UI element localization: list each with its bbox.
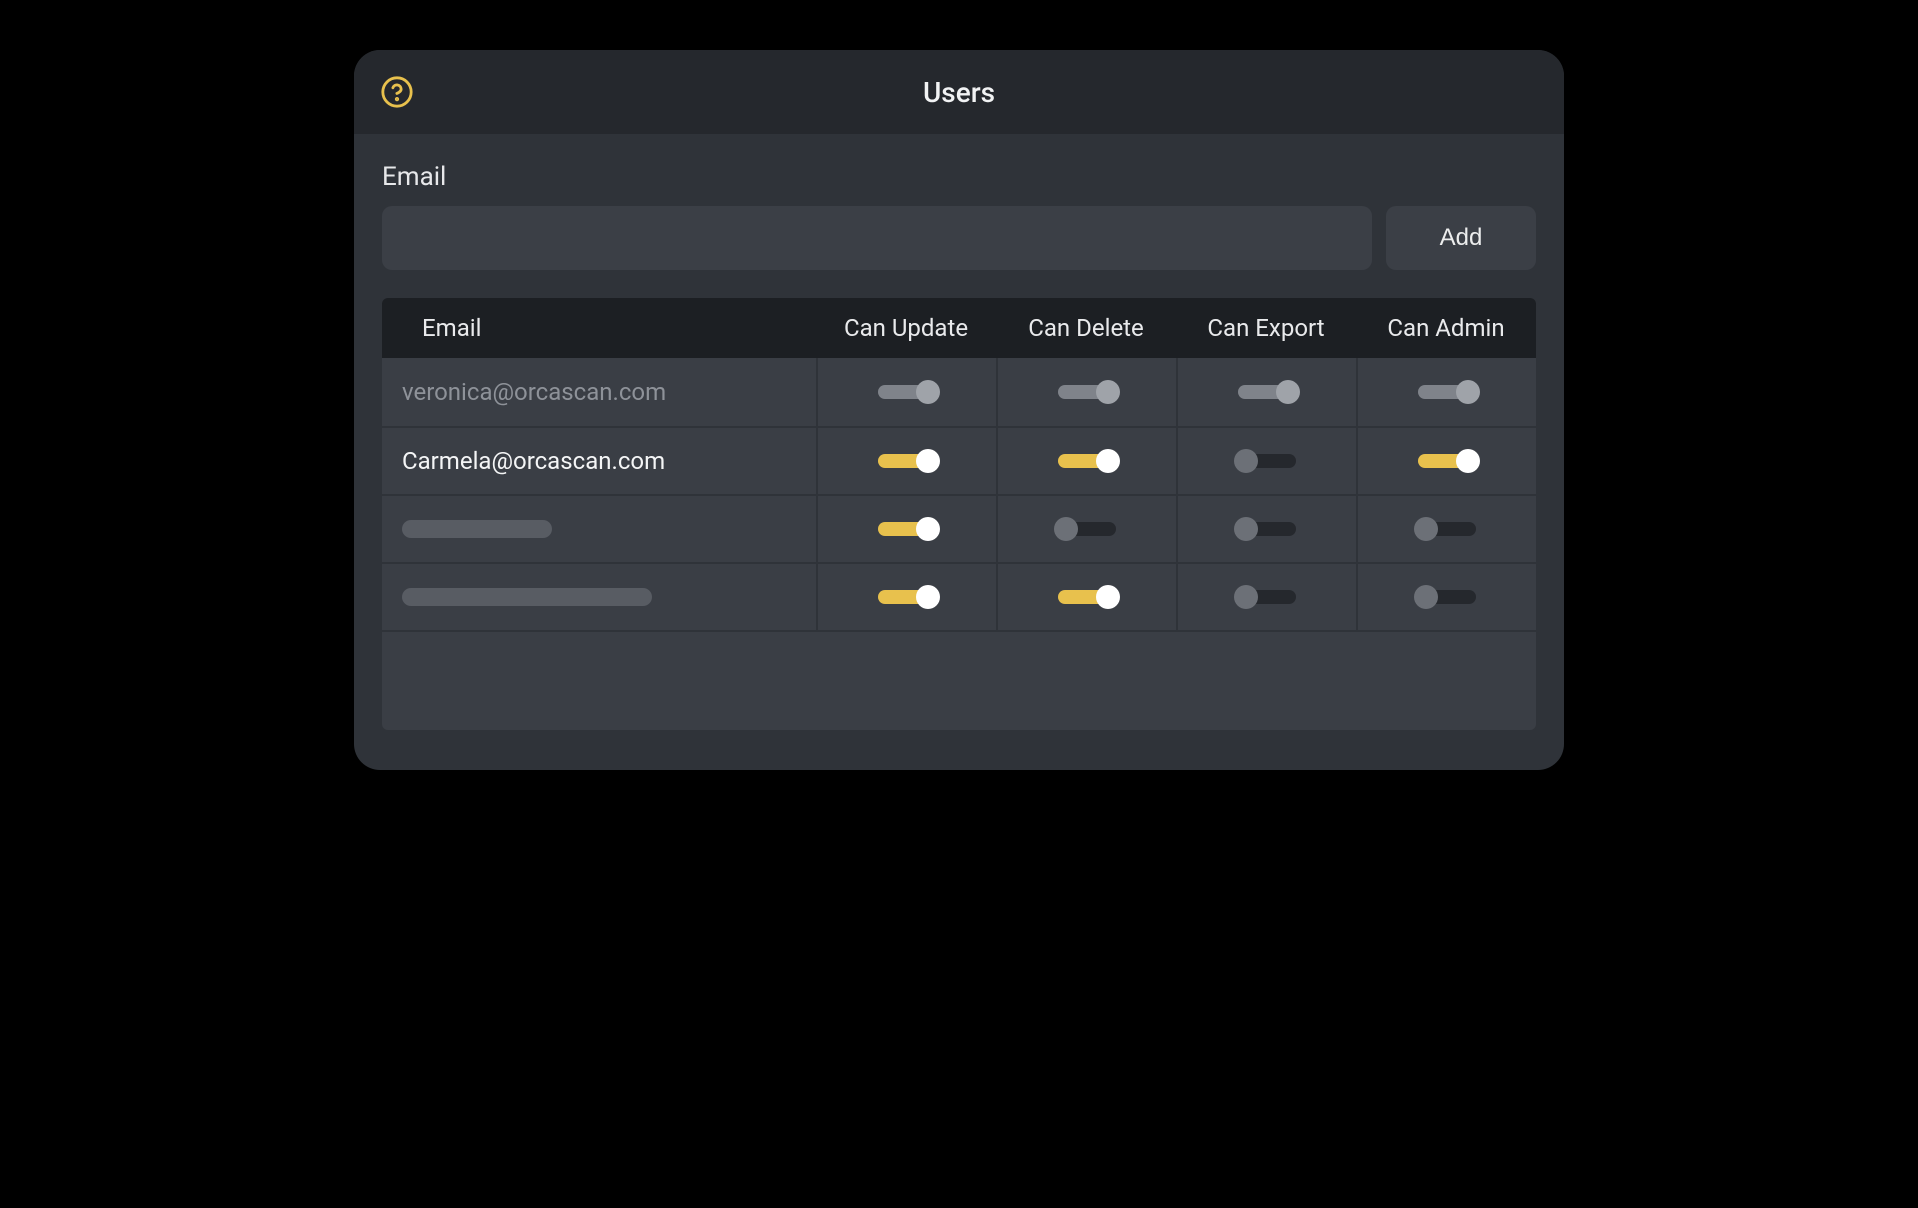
email-input-row: Add [382, 206, 1536, 270]
table-row [382, 494, 1536, 562]
toggle-cell [816, 564, 996, 630]
toggle-can-admin[interactable] [1414, 517, 1480, 541]
email-input[interactable] [382, 206, 1372, 270]
toggle-can-delete[interactable] [1054, 449, 1120, 473]
toggle-can-export [1234, 380, 1300, 404]
email-cell: Carmela@orcascan.com [382, 428, 816, 494]
toggle-can-admin[interactable] [1414, 449, 1480, 473]
toggle-can-admin[interactable] [1414, 585, 1480, 609]
users-table: Email Can Update Can Delete Can Export C… [382, 298, 1536, 730]
col-can-admin: Can Admin [1356, 298, 1536, 358]
toggle-can-update[interactable] [874, 517, 940, 541]
table-footer [382, 630, 1536, 730]
table-header-row: Email Can Update Can Delete Can Export C… [382, 298, 1536, 358]
toggle-can-delete [1054, 380, 1120, 404]
email-label: Email [382, 162, 1536, 192]
help-icon[interactable] [380, 75, 414, 109]
toggle-can-update[interactable] [874, 585, 940, 609]
toggle-cell [996, 496, 1176, 562]
toggle-cell [996, 358, 1176, 426]
toggle-cell [1356, 496, 1536, 562]
toggle-cell [816, 496, 996, 562]
toggle-cell [996, 564, 1176, 630]
toggle-cell [1356, 428, 1536, 494]
table-body: veronica@orcascan.com Carmela@orcascan.co… [382, 358, 1536, 630]
email-text: Carmela@orcascan.com [402, 447, 665, 475]
users-panel: Users Email Add Email Can Update Can Del… [354, 50, 1564, 770]
toggle-can-update[interactable] [874, 449, 940, 473]
toggle-can-delete[interactable] [1054, 517, 1120, 541]
add-user-button[interactable]: Add [1386, 206, 1536, 270]
toggle-cell [1176, 358, 1356, 426]
panel-body: Email Add Email Can Update Can Delete Ca… [354, 134, 1564, 770]
table-row: Carmela@orcascan.com [382, 426, 1536, 494]
toggle-cell [1176, 496, 1356, 562]
email-cell [382, 564, 816, 630]
toggle-cell [1356, 564, 1536, 630]
toggle-cell [996, 428, 1176, 494]
toggle-cell [816, 358, 996, 426]
email-cell [382, 496, 816, 562]
toggle-cell [1356, 358, 1536, 426]
toggle-can-admin [1414, 380, 1480, 404]
email-text: veronica@orcascan.com [402, 378, 666, 406]
table-row [382, 562, 1536, 630]
col-can-delete: Can Delete [996, 298, 1176, 358]
panel-title: Users [923, 76, 995, 109]
col-can-update: Can Update [816, 298, 996, 358]
toggle-cell [1176, 428, 1356, 494]
toggle-can-export[interactable] [1234, 517, 1300, 541]
toggle-cell [1176, 564, 1356, 630]
toggle-can-export[interactable] [1234, 449, 1300, 473]
toggle-cell [816, 428, 996, 494]
email-placeholder [402, 520, 552, 538]
toggle-can-delete[interactable] [1054, 585, 1120, 609]
col-email: Email [382, 298, 816, 358]
col-can-export: Can Export [1176, 298, 1356, 358]
email-cell: veronica@orcascan.com [382, 358, 816, 426]
email-placeholder [402, 588, 652, 606]
toggle-can-export[interactable] [1234, 585, 1300, 609]
panel-header: Users [354, 50, 1564, 134]
table-row: veronica@orcascan.com [382, 358, 1536, 426]
toggle-can-update [874, 380, 940, 404]
